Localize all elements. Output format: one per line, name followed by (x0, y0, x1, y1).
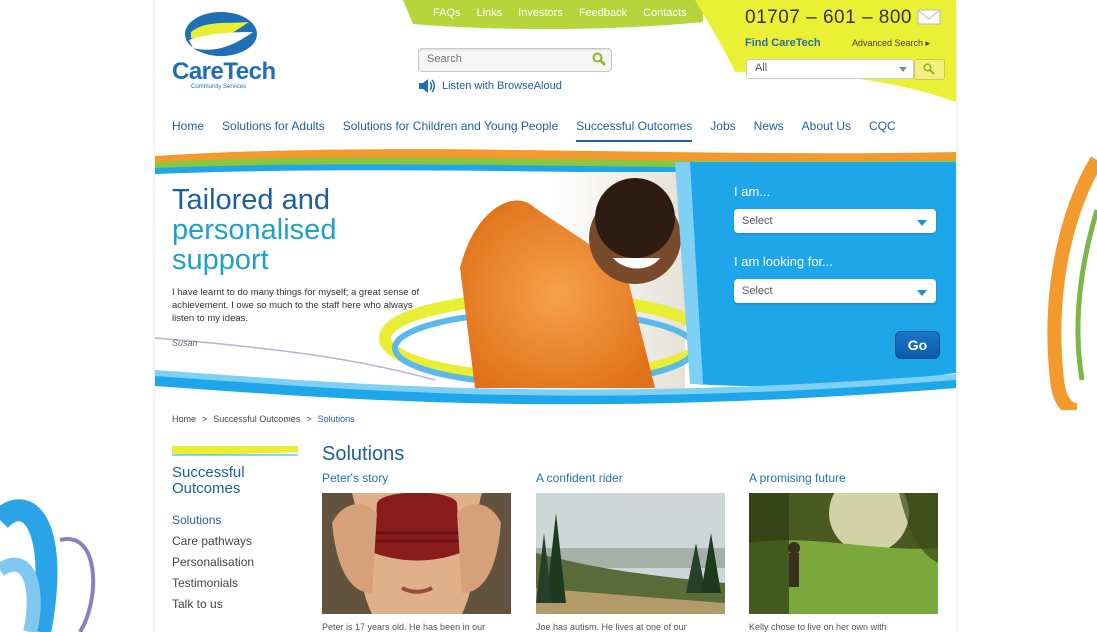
breadcrumb: Home > Successful Outcomes > Solutions (172, 414, 355, 424)
logo-wordmark[interactable]: CareTech (172, 58, 276, 86)
phone-number: 01707 – 601 – 800 (745, 7, 912, 28)
looking-for-label: I am looking for... (734, 254, 833, 269)
story-card-caption: Peter is 17 years old. He has been in ou… (322, 622, 486, 632)
breadcrumb-current: Solutions (317, 414, 355, 424)
sidebar-item-testimonials[interactable]: Testimonials (172, 576, 254, 590)
main-nav: Home Solutions for Adults Solutions for … (172, 119, 896, 142)
i-am-select-value: Select (742, 215, 773, 227)
nav-solutions-adults[interactable]: Solutions for Adults (222, 119, 325, 142)
search-box (418, 48, 612, 72)
speaker-icon (419, 79, 435, 93)
story-card-title[interactable]: Peter's story (322, 471, 512, 485)
nav-home[interactable]: Home (172, 119, 204, 142)
background-swirl-right (1047, 156, 1097, 410)
story-card-image[interactable] (749, 493, 938, 614)
top-link-investors[interactable]: Investors (518, 7, 563, 19)
story-card-title[interactable]: A confident rider (536, 471, 726, 485)
find-caretech-label: Find CareTech (745, 37, 821, 49)
find-caretech-select[interactable]: All (746, 59, 914, 79)
i-am-label: I am... (734, 184, 771, 199)
sidebar-item-solutions[interactable]: Solutions (172, 513, 254, 527)
search-input[interactable] (419, 49, 595, 69)
top-link-contacts[interactable]: Contacts (643, 7, 686, 19)
breadcrumb-separator: > (306, 414, 312, 424)
story-card-caption: Joe has autism. He lives at one of our (536, 622, 687, 632)
hero-quote: I have learnt to do many things for myse… (172, 287, 420, 324)
nav-successful-outcomes[interactable]: Successful Outcomes (576, 119, 693, 142)
top-link-links[interactable]: Links (477, 7, 503, 19)
background-swirl-left (0, 499, 96, 632)
story-card: A confident rider Joe has autism. He liv… (536, 471, 726, 632)
advanced-search-link[interactable]: Advanced Search ▸ (852, 38, 930, 49)
advanced-search-label: Advanced Search (852, 38, 924, 48)
page-title: Solutions (322, 443, 405, 465)
search-icon[interactable] (592, 52, 606, 66)
sidebar-menu: Solutions Care pathways Personalisation … (172, 513, 254, 611)
sidebar-item-personalisation[interactable]: Personalisation (172, 555, 254, 569)
looking-for-select-value: Select (742, 285, 773, 297)
hero-quote-author: Susan (172, 338, 198, 348)
story-card: A promising future Kelly chose to live o… (749, 471, 939, 632)
breadcrumb-successful-outcomes[interactable]: Successful Outcomes (213, 414, 300, 424)
looking-for-select[interactable]: Select (734, 279, 936, 303)
mail-icon[interactable] (917, 9, 941, 25)
nav-solutions-children[interactable]: Solutions for Children and Young People (343, 119, 559, 142)
breadcrumb-separator: > (202, 414, 208, 424)
sidebar-item-talk-to-us[interactable]: Talk to us (172, 597, 254, 611)
hero-title-line1: Tailored and (172, 184, 330, 216)
browsealoud-link[interactable]: Listen with BrowseAloud (418, 78, 562, 94)
browsealoud-label: Listen with BrowseAloud (442, 80, 562, 92)
hero-title: Tailored and personalised support (172, 185, 336, 275)
find-select-value: All (755, 62, 768, 74)
nav-about-us[interactable]: About Us (802, 119, 851, 142)
top-link-feedback[interactable]: Feedback (579, 7, 627, 19)
sidebar-item-care-pathways[interactable]: Care pathways (172, 534, 254, 548)
story-card-image[interactable] (536, 493, 725, 614)
i-am-select[interactable]: Select (734, 209, 936, 233)
top-links: FAQs Links Investors Feedback Contacts (433, 7, 687, 19)
search-icon (923, 63, 935, 75)
story-card-caption: Kelly chose to live on her own with (749, 622, 887, 632)
find-search-button[interactable] (914, 59, 945, 80)
sidebar-accent-bar (172, 446, 298, 456)
nav-jobs[interactable]: Jobs (710, 119, 735, 142)
hero-title-line3: support (172, 244, 269, 276)
story-card-title[interactable]: A promising future (749, 471, 939, 485)
hero-title-line2: personalised (172, 214, 337, 246)
nav-cqc[interactable]: CQC (869, 119, 896, 142)
chevron-down-icon (917, 290, 927, 296)
top-link-faqs[interactable]: FAQs (433, 7, 461, 19)
breadcrumb-home[interactable]: Home (172, 414, 196, 424)
nav-news[interactable]: News (754, 119, 784, 142)
chevron-down-icon (917, 220, 927, 226)
chevron-down-icon (899, 67, 907, 72)
go-button[interactable]: Go (895, 331, 940, 359)
page-container: CareTech Community Services FAQs Links I… (155, 0, 956, 632)
story-card-image[interactable] (322, 493, 511, 614)
story-card: Peter's story Peter is 17 years old. He … (322, 471, 512, 632)
logo-subtitle: Community Services (191, 84, 247, 90)
sidebar-title: Successful Outcomes (172, 464, 245, 497)
